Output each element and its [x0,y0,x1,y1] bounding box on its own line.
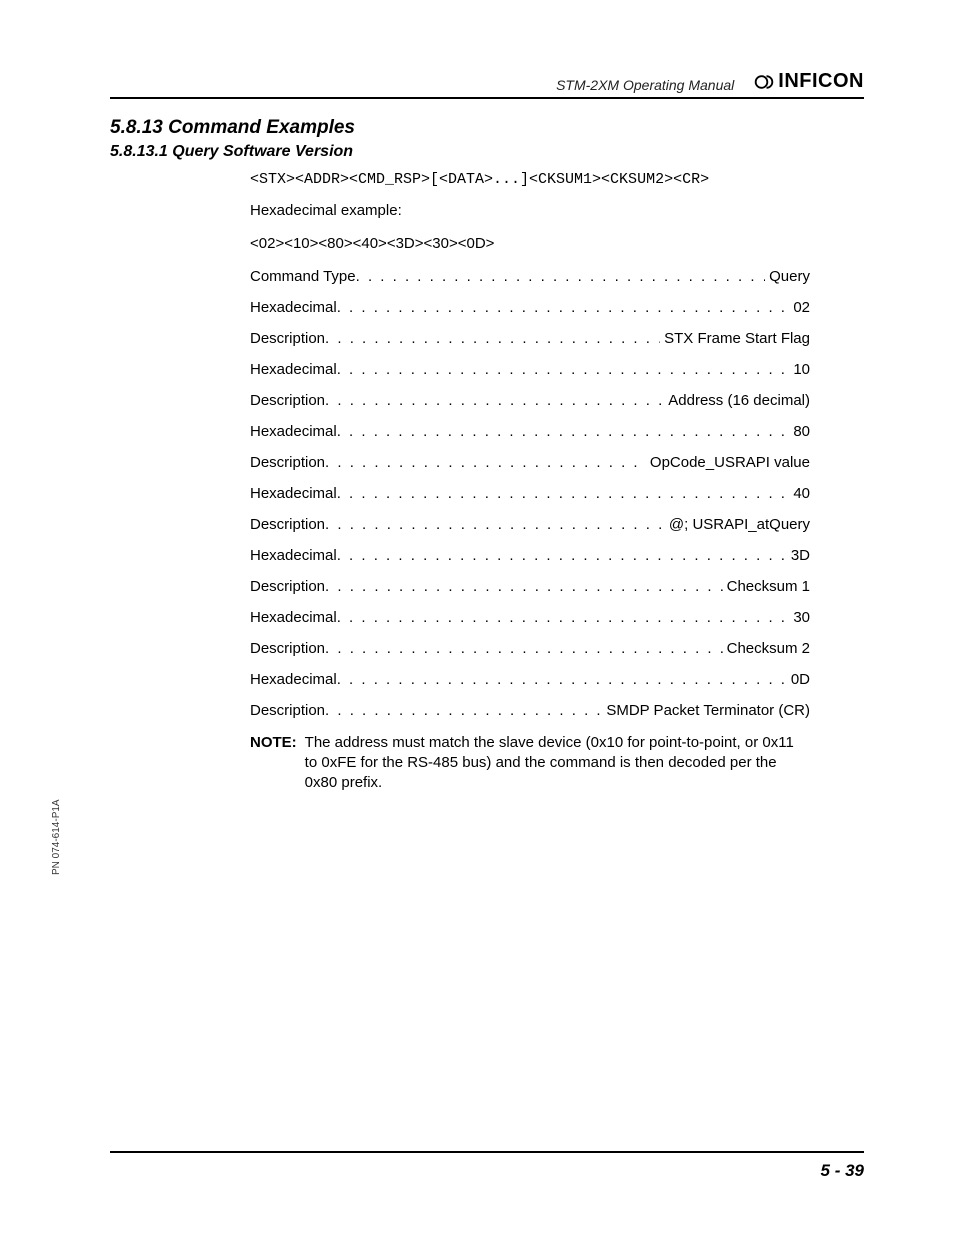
kv-key: Description [250,702,325,719]
kv-row: Hexadecimal . . . . . . . . . . . . . . … [250,299,810,316]
kv-dots: . . . . . . . . . . . . . . . . . . . . … [325,454,646,471]
note-block: NOTE: The address must match the slave d… [250,733,810,794]
kv-dots: . . . . . . . . . . . . . . . . . . . . … [325,330,660,347]
kv-key: Hexadecimal [250,361,337,378]
note-text: The address must match the slave device … [305,733,810,794]
kv-value: 30 [789,609,810,626]
kv-dots: . . . . . . . . . . . . . . . . . . . . … [337,361,790,378]
kv-value: Checksum 1 [723,578,810,595]
kv-value: 10 [789,361,810,378]
kv-key: Hexadecimal [250,423,337,440]
kv-row: Description . . . . . . . . . . . . . . … [250,702,810,719]
kv-value: SMDP Packet Terminator (CR) [602,702,810,719]
kv-key: Description [250,330,325,347]
subsection-heading: 5.8.13.1 Query Software Version [110,143,864,161]
kv-list: Command Type . . . . . . . . . . . . . .… [250,268,810,719]
kv-row: Hexadecimal . . . . . . . . . . . . . . … [250,547,810,564]
kv-key: Hexadecimal [250,609,337,626]
kv-key: Hexadecimal [250,485,337,502]
kv-key: Hexadecimal [250,299,337,316]
kv-row: Hexadecimal . . . . . . . . . . . . . . … [250,485,810,502]
kv-value: 80 [789,423,810,440]
kv-dots: . . . . . . . . . . . . . . . . . . . . … [325,392,664,409]
note-label: NOTE: [250,733,297,794]
kv-row: Command Type . . . . . . . . . . . . . .… [250,268,810,285]
kv-value: Checksum 2 [723,640,810,657]
page-number: 5 - 39 [821,1161,864,1180]
kv-row: Description . . . . . . . . . . . . . . … [250,454,810,471]
body-content: <STX><ADDR><CMD_RSP>[<DATA>...]<CKSUM1><… [250,171,810,793]
kv-dots: . . . . . . . . . . . . . . . . . . . . … [337,485,790,502]
kv-dots: . . . . . . . . . . . . . . . . . . . . … [337,547,787,564]
kv-row: Hexadecimal . . . . . . . . . . . . . . … [250,423,810,440]
format-line: <STX><ADDR><CMD_RSP>[<DATA>...]<CKSUM1><… [250,171,810,188]
kv-dots: . . . . . . . . . . . . . . . . . . . . … [337,671,787,688]
kv-dots: . . . . . . . . . . . . . . . . . . . . … [325,516,665,533]
kv-value: STX Frame Start Flag [660,330,810,347]
hex-example-label: Hexadecimal example: [250,202,810,221]
kv-row: Description . . . . . . . . . . . . . . … [250,578,810,595]
kv-value: @; USRAPI_atQuery [665,516,810,533]
section-heading: 5.8.13 Command Examples [110,117,864,139]
page-footer: 5 - 39 [110,1151,864,1181]
kv-row: Description . . . . . . . . . . . . . . … [250,516,810,533]
kv-dots: . . . . . . . . . . . . . . . . . . . . … [337,609,790,626]
hex-example: <02><10><80><40><3D><30><0D> [250,235,810,254]
kv-key: Description [250,392,325,409]
kv-dots: . . . . . . . . . . . . . . . . . . . . … [337,299,790,316]
kv-row: Hexadecimal . . . . . . . . . . . . . . … [250,361,810,378]
kv-dots: . . . . . . . . . . . . . . . . . . . . … [337,423,790,440]
kv-key: Command Type [250,268,356,285]
kv-row: Description . . . . . . . . . . . . . . … [250,330,810,347]
manual-title: STM-2XM Operating Manual [110,77,754,93]
kv-key: Description [250,640,325,657]
kv-key: Hexadecimal [250,671,337,688]
kv-value: Address (16 decimal) [664,392,810,409]
kv-row: Description . . . . . . . . . . . . . . … [250,640,810,657]
kv-dots: . . . . . . . . . . . . . . . . . . . . … [325,640,723,657]
kv-key: Hexadecimal [250,547,337,564]
kv-value: 0D [787,671,810,688]
kv-value: 02 [789,299,810,316]
kv-row: Hexadecimal . . . . . . . . . . . . . . … [250,671,810,688]
kv-row: Description . . . . . . . . . . . . . . … [250,392,810,409]
brand-name: INFICON [778,70,864,93]
kv-dots: . . . . . . . . . . . . . . . . . . . . … [325,578,723,595]
kv-value: 40 [789,485,810,502]
kv-row: Hexadecimal . . . . . . . . . . . . . . … [250,609,810,626]
page: STM-2XM Operating Manual INFICON 5.8.13 … [0,0,954,1235]
logo-icon [754,72,774,92]
kv-dots: . . . . . . . . . . . . . . . . . . . . … [356,268,766,285]
kv-value: OpCode_USRAPI value [646,454,810,471]
kv-value: Query [765,268,810,285]
kv-dots: . . . . . . . . . . . . . . . . . . . . … [325,702,602,719]
kv-value: 3D [787,547,810,564]
kv-key: Description [250,578,325,595]
kv-key: Description [250,516,325,533]
brand-logo: INFICON [754,70,864,93]
part-number: PN 074-614-P1A [51,799,62,875]
page-header: STM-2XM Operating Manual INFICON [110,70,864,99]
kv-key: Description [250,454,325,471]
